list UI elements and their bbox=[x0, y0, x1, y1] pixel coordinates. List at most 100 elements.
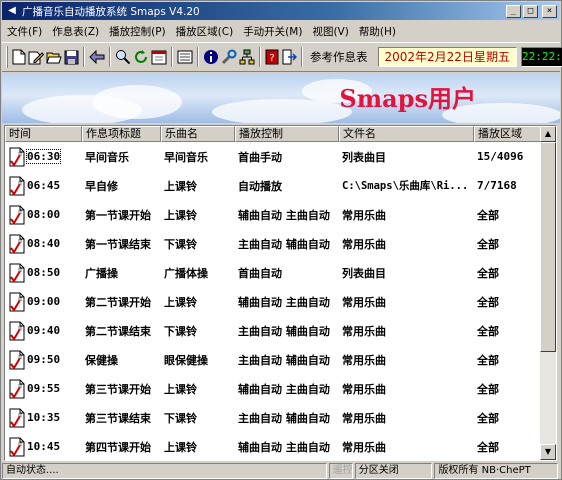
list-rows: 06:30 早间音乐 早间音乐 首曲手动 列表曲目 15/4096 06:45 早自修 上课铃自… bbox=[5, 142, 541, 460]
reference-schedule-button[interactable]: 参考作息表 bbox=[306, 49, 372, 65]
cell-file: 常用乐曲 bbox=[342, 324, 386, 338]
table-row[interactable]: 08:50 广播操 广播体操 首曲自动 列表曲目 全部 bbox=[5, 258, 541, 287]
tools-icon[interactable] bbox=[221, 48, 237, 66]
schedule-item-icon bbox=[9, 350, 25, 370]
table-row[interactable]: 08:40 第一节课结束 下课铃 主曲自动 辅曲自动 常用乐曲 全部 bbox=[5, 229, 541, 258]
schedule-list[interactable]: 时间 作息项标题 乐曲名 播放控制 文件名 播放区域 06:30 早间音乐 早间音乐… bbox=[4, 125, 557, 461]
column-header-zone[interactable]: 播放区域 bbox=[474, 126, 541, 142]
cell-zone: 全部 bbox=[477, 208, 499, 222]
menu-playback-control[interactable]: 播放控制(P) bbox=[104, 24, 171, 39]
open-icon[interactable] bbox=[46, 48, 62, 66]
schedule-item-icon bbox=[9, 379, 25, 399]
main-window: ◀ 广播音乐自动播放系统 Smaps V4.20 _ □ × 文件(F) 作息表… bbox=[0, 0, 562, 480]
table-row[interactable]: 06:45 早自修 上课铃 自动播放 C:\Smaps\乐曲库\Ri... 7/7168 bbox=[5, 171, 541, 200]
cell-title: 早自修 bbox=[85, 179, 118, 193]
cell-time: 09:00 bbox=[5, 292, 82, 312]
cell-title: 第三节课开始 bbox=[85, 382, 151, 396]
cell-song: 上课铃 bbox=[164, 382, 197, 396]
cell-control: 主曲自动 辅曲自动 bbox=[238, 411, 330, 425]
scroll-thumb[interactable] bbox=[540, 142, 556, 352]
maximize-button[interactable]: □ bbox=[523, 4, 538, 18]
cell-file: 常用乐曲 bbox=[342, 353, 386, 367]
cell-zone: 15/4096 bbox=[477, 150, 524, 163]
cell-zone: 全部 bbox=[477, 411, 499, 425]
scroll-up-icon[interactable]: ▲ bbox=[540, 126, 556, 142]
status-copyright: 版权所有 NB·ChePT bbox=[434, 463, 558, 479]
menu-help[interactable]: 帮助(H) bbox=[354, 24, 401, 39]
cell-song: 上课铃 bbox=[164, 440, 197, 454]
cell-zone: 全部 bbox=[477, 295, 499, 309]
list-icon[interactable] bbox=[177, 48, 193, 66]
schedule-item-icon bbox=[9, 408, 25, 428]
svg-text:?: ? bbox=[269, 53, 274, 64]
schedule-item-icon bbox=[9, 437, 25, 457]
exit-icon[interactable] bbox=[281, 48, 297, 66]
cell-control: 主曲自动 辅曲自动 bbox=[238, 237, 330, 251]
cell-control: 首曲手动 bbox=[238, 150, 282, 164]
cell-zone: 全部 bbox=[477, 324, 499, 338]
table-row[interactable]: 09:00 第二节课开始 上课铃 辅曲自动 主曲自动 常用乐曲 全部 bbox=[5, 287, 541, 316]
status-state: 自动状态.... bbox=[2, 463, 327, 479]
schedule-item-icon bbox=[9, 205, 25, 225]
column-header-title[interactable]: 作息项标题 bbox=[82, 126, 161, 142]
refresh-icon[interactable] bbox=[133, 48, 149, 66]
table-row[interactable]: 09:55 第三节课开始 上课铃 辅曲自动 主曲自动 常用乐曲 全部 bbox=[5, 374, 541, 403]
table-row[interactable]: 10:45 第四节课开始 上课铃 辅曲自动 主曲自动 常用乐曲 全部 bbox=[5, 432, 541, 460]
schedule-item-icon bbox=[9, 176, 25, 196]
time-value: 06:45 bbox=[27, 179, 61, 192]
column-header-time[interactable]: 时间 bbox=[5, 126, 82, 142]
cell-song: 上课铃 bbox=[164, 179, 197, 193]
time-value: 08:40 bbox=[27, 237, 61, 250]
cell-title: 早间音乐 bbox=[85, 150, 129, 164]
window-title: 广播音乐自动播放系统 Smaps V4.20 bbox=[22, 5, 200, 18]
column-header-file[interactable]: 文件名 bbox=[339, 126, 474, 142]
minimize-button[interactable]: _ bbox=[506, 4, 521, 18]
table-row[interactable]: 10:35 第三节课结束 下课铃 主曲自动 辅曲自动 常用乐曲 全部 bbox=[5, 403, 541, 432]
new-icon[interactable] bbox=[12, 48, 26, 66]
cell-title: 第一节课开始 bbox=[85, 208, 151, 222]
time-value: 09:00 bbox=[27, 295, 61, 308]
cell-time: 08:50 bbox=[5, 263, 82, 283]
schedule-item-icon bbox=[9, 234, 25, 254]
table-row[interactable]: 09:40 第二节课结束 下课铃 主曲自动 辅曲自动 常用乐曲 全部 bbox=[5, 316, 541, 345]
save-icon[interactable] bbox=[64, 48, 79, 66]
speaker-icon: ◀ bbox=[8, 5, 16, 16]
cell-control: 辅曲自动 主曲自动 bbox=[238, 295, 330, 309]
toolbar-separator bbox=[109, 47, 111, 67]
brand-text: Smaps用户 bbox=[339, 84, 476, 113]
menu-file[interactable]: 文件(F) bbox=[2, 24, 47, 39]
toolbar-grip[interactable] bbox=[6, 46, 8, 68]
edit-icon[interactable] bbox=[28, 48, 44, 66]
table-row[interactable]: 09:50 保健操 眼保健操 主曲自动 辅曲自动 常用乐曲 全部 bbox=[5, 345, 541, 374]
schedule-item-icon bbox=[9, 147, 25, 167]
cell-title: 第二节课结束 bbox=[85, 324, 151, 338]
network-icon[interactable] bbox=[239, 48, 255, 66]
info-icon[interactable] bbox=[203, 48, 219, 66]
table-row[interactable]: 08:00 第一节课开始 上课铃 辅曲自动 主曲自动 常用乐曲 全部 bbox=[5, 200, 541, 229]
find-icon[interactable] bbox=[115, 48, 131, 66]
close-button[interactable]: × bbox=[542, 4, 557, 18]
menu-manual-switch[interactable]: 手动开关(M) bbox=[238, 24, 307, 39]
cell-zone: 7/7168 bbox=[477, 179, 517, 192]
status-bar: 自动状态.... 遥控 分区关闭 版权所有 NB·ChePT bbox=[2, 463, 560, 479]
cell-file: C:\Smaps\乐曲库\Ri... bbox=[342, 180, 469, 192]
cell-song: 下课铃 bbox=[164, 324, 197, 338]
scroll-down-icon[interactable]: ▼ bbox=[540, 444, 556, 460]
menu-playback-zone[interactable]: 播放区域(C) bbox=[171, 24, 239, 39]
cell-control: 辅曲自动 主曲自动 bbox=[238, 440, 330, 454]
help-icon[interactable]: ? bbox=[265, 48, 279, 66]
column-header-control[interactable]: 播放控制 bbox=[235, 126, 339, 142]
cell-control: 主曲自动 辅曲自动 bbox=[238, 353, 330, 367]
back-icon[interactable] bbox=[89, 48, 105, 66]
cell-title: 广播操 bbox=[85, 266, 118, 280]
cell-zone: 全部 bbox=[477, 440, 499, 454]
menu-view[interactable]: 视图(V) bbox=[307, 24, 353, 39]
toolbar-separator bbox=[83, 47, 85, 67]
vertical-scrollbar[interactable]: ▲ ▼ bbox=[540, 126, 556, 460]
column-header-song[interactable]: 乐曲名 bbox=[161, 126, 235, 142]
calendar-icon[interactable] bbox=[151, 48, 167, 66]
menu-schedule[interactable]: 作息表(Z) bbox=[47, 24, 104, 39]
table-row[interactable]: 06:30 早间音乐 早间音乐 首曲手动 列表曲目 15/4096 bbox=[5, 142, 541, 171]
cell-time: 08:00 bbox=[5, 205, 82, 225]
title-bar[interactable]: ◀ 广播音乐自动播放系统 Smaps V4.20 _ □ × bbox=[2, 2, 560, 20]
